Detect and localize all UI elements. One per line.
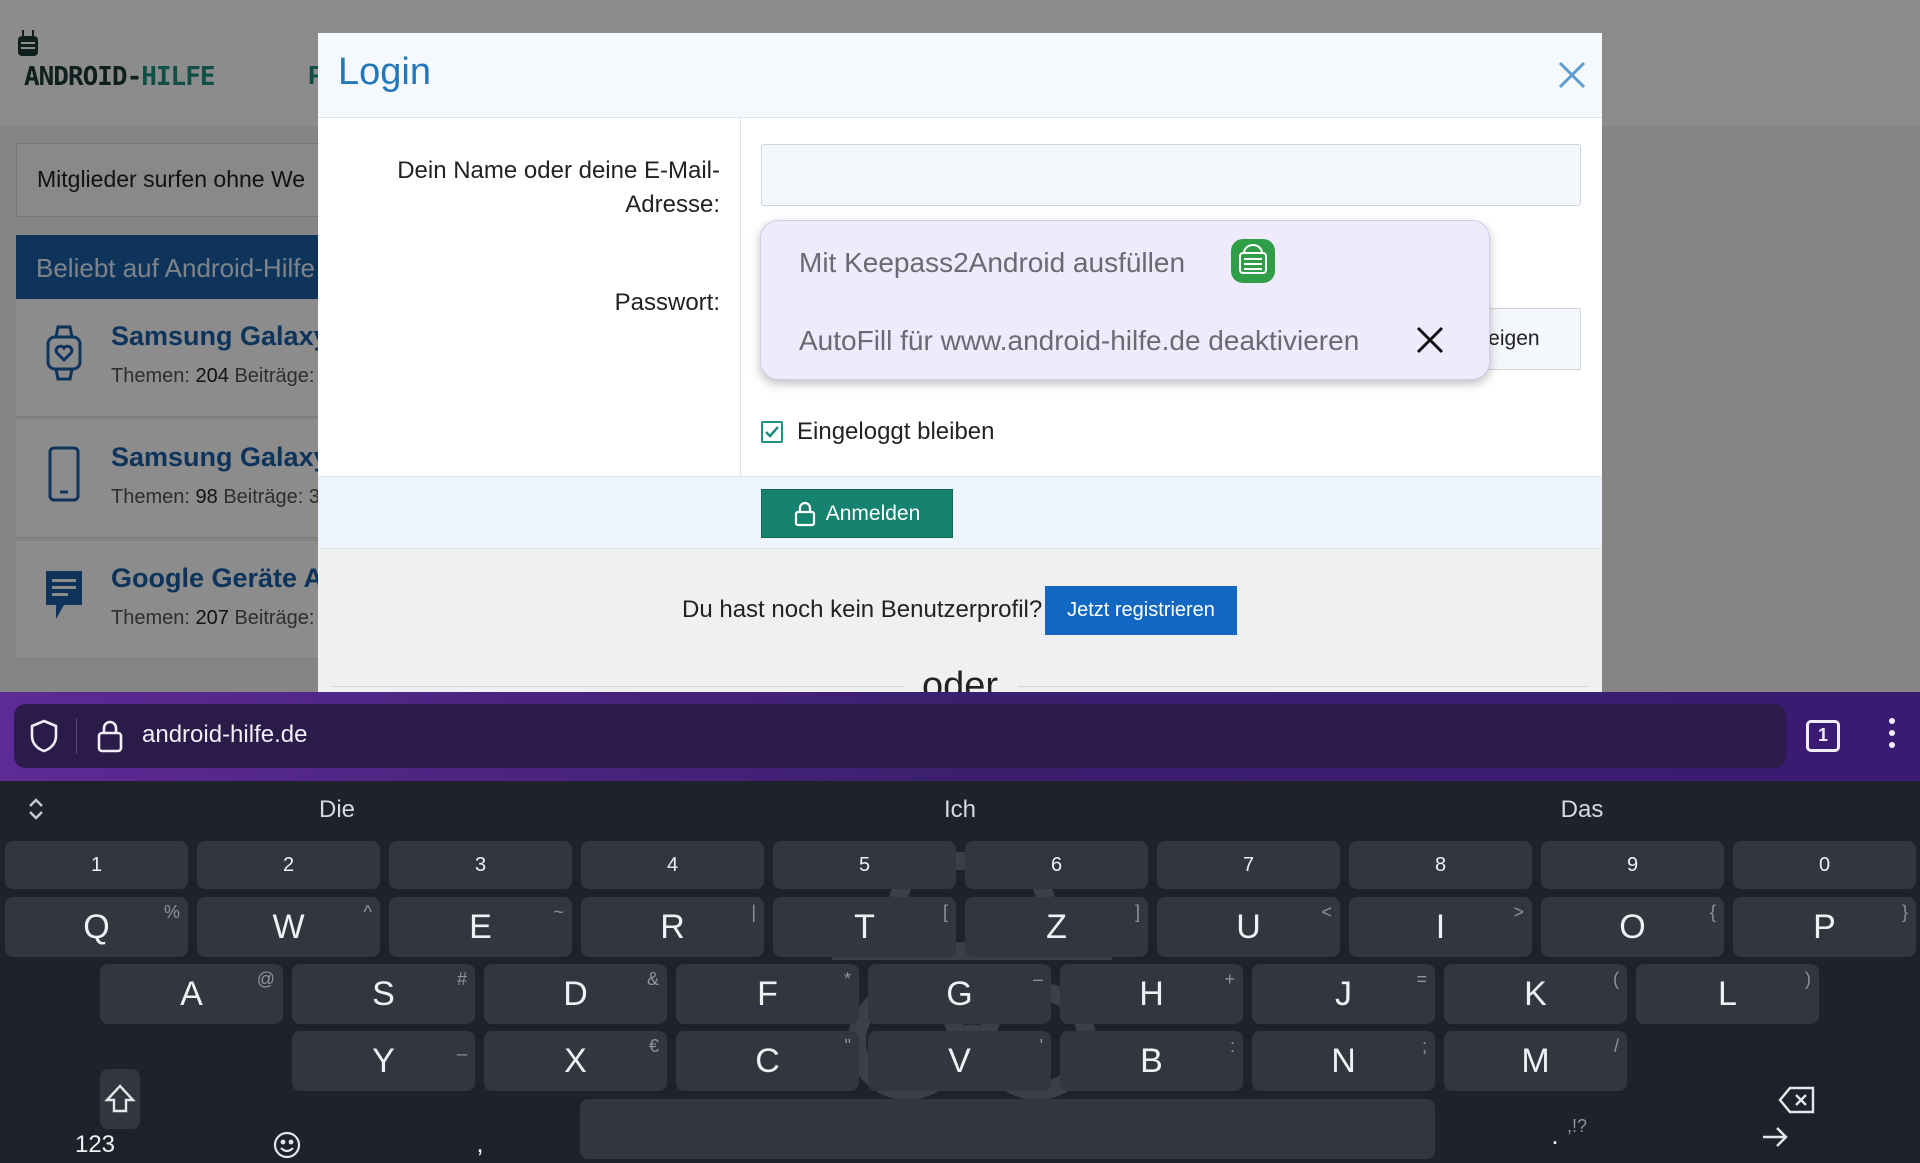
letter-key[interactable]: K( [1444,964,1627,1024]
letter-key[interactable]: D & [484,964,667,1024]
letter-key[interactable]: N; [1252,1031,1435,1091]
on-screen-keyboard: Die Ich Das 123 , .,!? 1 2 3 4 5 6 7 8 9 0 Q% W ^ E ~ R… [0,781,1920,1163]
shield-icon[interactable] [28,718,60,754]
letter-key[interactable]: Z] [965,897,1148,957]
letter-key[interactable]: H + [1060,964,1243,1024]
checkbox-checked-icon[interactable] [761,421,783,443]
form-footer: Anmelden [318,476,1602,549]
letter-key[interactable]: I > [1349,897,1532,957]
suggestion-item[interactable]: Ich [810,796,1110,824]
address-bar[interactable]: android-hilfe.de [14,704,1786,768]
screen: ANDROID-HILFE F Mitglieder surfen ohne W… [0,0,1920,1163]
dialog-title: Login [338,51,431,93]
suggestion-item[interactable]: Die [187,796,487,824]
space-key[interactable] [580,1099,1435,1159]
emoji-key[interactable] [262,1121,312,1163]
suggestion-bar: Die Ich Das [0,781,1920,837]
letter-key[interactable]: Y _ [292,1031,475,1091]
emoji-icon [273,1131,301,1159]
backspace-icon [1778,1086,1815,1114]
form-labels-column: Dein Name oder deine E-Mail-Adresse: Pas… [318,118,741,476]
letter-key[interactable]: W ^ [197,897,380,957]
no-account-text: Du hast noch kein Benutzerprofil? [682,596,1043,623]
stay-logged-in-checkbox[interactable]: Eingeloggt bleiben [761,418,995,446]
shift-icon [104,1084,136,1113]
suggestion-item[interactable]: Das [1432,796,1732,824]
number-key[interactable]: 3 [389,841,572,889]
letter-key[interactable]: G – [868,964,1051,1024]
divider [76,718,77,754]
letter-key[interactable]: X € [484,1031,667,1091]
disable-autofill-option[interactable]: AutoFill für www.android-hilfe.de deakti… [799,325,1359,357]
letter-key[interactable]: V ' [868,1031,1051,1091]
expand-collapse-icon[interactable] [22,795,50,823]
letter-key[interactable]: J = [1252,964,1435,1024]
dialog-header: Login [318,33,1602,118]
close-icon[interactable] [1413,323,1447,357]
number-key[interactable]: 5 [773,841,956,889]
number-key[interactable]: 7 [1157,841,1340,889]
browser-toolbar: android-hilfe.de 1 [0,692,1920,781]
shift-key[interactable] [100,1069,140,1129]
or-separator-text: oder [921,665,999,692]
letter-key[interactable]: Q% [5,897,188,957]
stay-logged-in-label: Eingeloggt bleiben [797,418,995,445]
name-label: Dein Name oder deine E-Mail-Adresse: [397,157,720,218]
letter-key[interactable]: E ~ [389,897,572,957]
close-icon[interactable] [1550,53,1594,97]
tab-count-button[interactable]: 1 [1806,720,1840,752]
lock-icon[interactable] [96,718,124,754]
password-label: Passwort: [614,289,720,316]
login-button[interactable]: Anmelden [761,489,953,538]
symbols-key[interactable]: 123 [40,1121,150,1163]
url-text[interactable]: android-hilfe.de [142,721,307,749]
keepass-autofill-option[interactable]: Mit Keepass2Android ausfüllen [799,247,1185,279]
number-key[interactable]: 4 [581,841,764,889]
letter-key[interactable]: P} [1733,897,1916,957]
letter-key[interactable]: L) [1636,964,1819,1024]
number-key[interactable]: 2 [197,841,380,889]
letter-key[interactable]: M / [1444,1031,1627,1091]
letter-key[interactable]: C " [676,1031,859,1091]
autofill-popup: Mit Keepass2Android ausfüllen AutoFill f… [760,220,1490,380]
lock-icon [794,501,815,526]
letter-key[interactable]: R | [581,897,764,957]
enter-key[interactable] [1755,1117,1795,1157]
letter-key[interactable]: O{ [1541,897,1724,957]
letter-key[interactable]: T[ [773,897,956,957]
number-key[interactable]: 1 [5,841,188,889]
letter-key[interactable]: A @ [100,964,283,1024]
period-key[interactable]: .,!? [1515,1111,1595,1159]
name-email-input[interactable] [761,144,1581,206]
register-button[interactable]: Jetzt registrieren [1045,586,1237,635]
number-key[interactable]: 0 [1733,841,1916,889]
number-key[interactable]: 8 [1349,841,1532,889]
letter-key[interactable]: B: [1060,1031,1243,1091]
comma-key[interactable]: , [460,1119,500,1163]
number-key[interactable]: 6 [965,841,1148,889]
letter-key[interactable]: U < [1157,897,1340,957]
register-section: Du hast noch kein Benutzerprofil? Jetzt … [318,549,1602,692]
letter-key[interactable]: S # [292,964,475,1024]
arrow-right-icon [1763,1127,1788,1147]
more-menu-icon[interactable] [1882,718,1902,754]
letter-key[interactable]: F * [676,964,859,1024]
number-key[interactable]: 9 [1541,841,1724,889]
keepass2android-icon[interactable] [1231,239,1275,283]
